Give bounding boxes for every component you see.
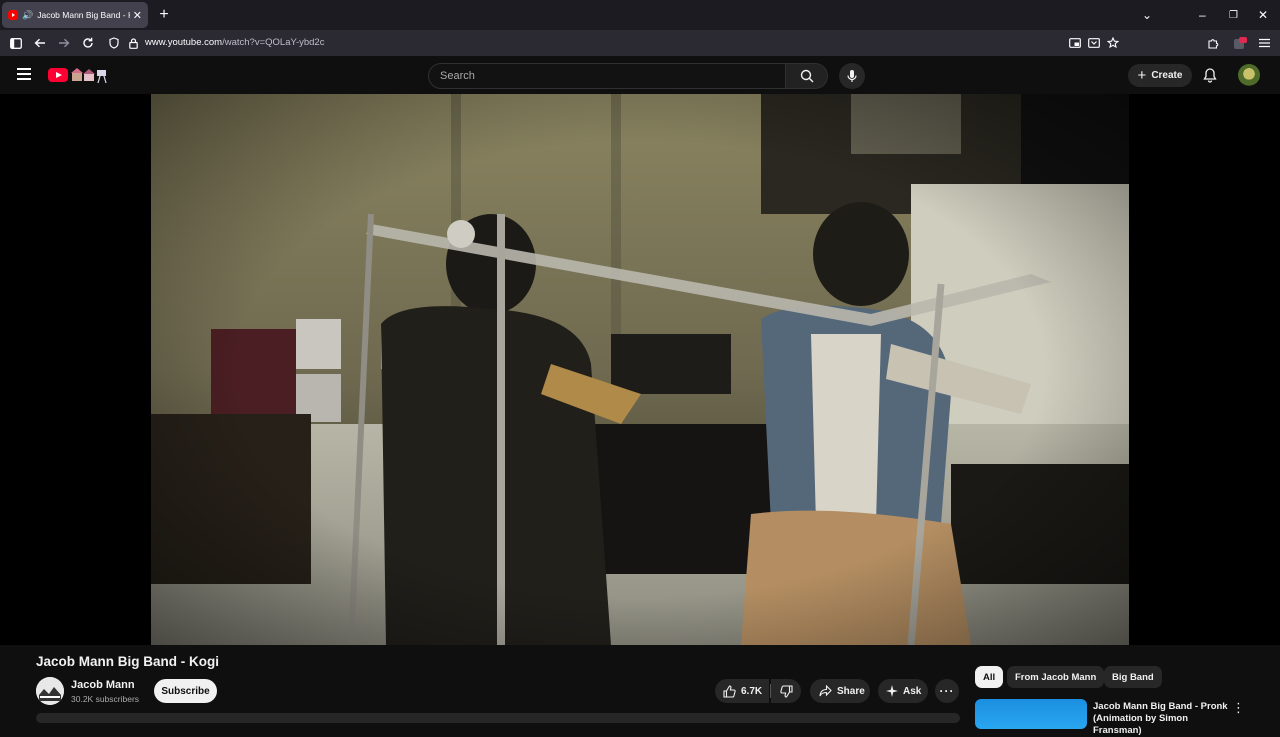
- restore-icon[interactable]: ❐: [1229, 0, 1238, 30]
- chip-from-jacob-mann[interactable]: From Jacob Mann: [1007, 666, 1105, 688]
- description-box[interactable]: [36, 713, 960, 723]
- browser-tab-bar: 🔊 Jacob Mann Big Band - Kogi ✕ + ⌄ – ❐ ✕: [0, 0, 1280, 30]
- channel-name[interactable]: Jacob Mann: [71, 679, 135, 691]
- recommendation-thumbnail[interactable]: [975, 699, 1087, 729]
- reload-icon[interactable]: [79, 30, 97, 56]
- account-avatar[interactable]: [1238, 64, 1260, 86]
- thumbs-down-icon: [779, 684, 793, 698]
- tab-list-chevron-down-icon[interactable]: ⌄: [1142, 0, 1152, 30]
- url-field[interactable]: www.youtube.com/watch?v=QOLaY-ybd2c: [145, 37, 324, 48]
- video-title: Jacob Mann Big Band - Kogi: [36, 654, 220, 669]
- window-close-icon[interactable]: ✕: [1258, 0, 1268, 30]
- like-button[interactable]: 6.7K: [715, 679, 769, 703]
- ask-label: Ask: [903, 685, 922, 697]
- plus-icon: +: [1137, 67, 1147, 84]
- browser-nav-bar: www.youtube.com/watch?v=QOLaY-ybd2c: [0, 30, 1280, 56]
- subscribe-button[interactable]: Subscribe: [154, 679, 217, 703]
- youtube-favicon-icon: [8, 10, 18, 20]
- recommendation-more-icon[interactable]: ⋮: [1232, 700, 1245, 716]
- video-player[interactable]: [0, 94, 1280, 645]
- extensions-puzzle-icon[interactable]: [1204, 30, 1222, 56]
- extension-badge-icon[interactable]: [1231, 30, 1249, 56]
- search-icon: [800, 69, 813, 83]
- guide-menu-icon[interactable]: [17, 68, 31, 80]
- subscriber-count: 30.2K subscribers: [71, 694, 140, 704]
- more-actions-button[interactable]: ···: [935, 679, 959, 703]
- picture-in-picture-icon[interactable]: [1066, 30, 1084, 56]
- video-frame[interactable]: [151, 94, 1129, 645]
- sidebar-toggle-icon[interactable]: [7, 30, 25, 56]
- recommendation-title[interactable]: Jacob Mann Big Band - Pronk (Animation b…: [1093, 701, 1229, 737]
- chip-all[interactable]: All: [975, 666, 1004, 688]
- chip-big-band[interactable]: Big Band: [1104, 666, 1162, 688]
- lock-icon[interactable]: [124, 30, 142, 56]
- minimize-icon[interactable]: –: [1199, 0, 1206, 30]
- new-tab-button[interactable]: +: [156, 6, 172, 24]
- youtube-doodle-logo-icon[interactable]: [70, 66, 112, 84]
- youtube-header: Search + Create: [0, 56, 1280, 94]
- app-menu-icon[interactable]: [1255, 30, 1273, 56]
- back-arrow-icon[interactable]: [31, 30, 49, 56]
- microphone-icon: [847, 70, 857, 82]
- shield-icon[interactable]: [105, 30, 123, 56]
- tab-close-icon[interactable]: ✕: [133, 9, 142, 22]
- youtube-logo-icon[interactable]: [48, 68, 68, 82]
- speaker-icon[interactable]: 🔊: [22, 10, 33, 21]
- ask-button[interactable]: Ask: [878, 679, 928, 703]
- tab-title: Jacob Mann Big Band - Kogi: [37, 10, 130, 20]
- thumbs-up-icon: [723, 684, 736, 698]
- url-path: /watch?v=QOLaY-ybd2c: [222, 37, 325, 48]
- save-to-pocket-icon[interactable]: [1085, 30, 1103, 56]
- like-count: 6.7K: [741, 685, 763, 697]
- create-button[interactable]: + Create: [1128, 64, 1192, 87]
- create-label: Create: [1151, 70, 1183, 81]
- dislike-button[interactable]: [771, 679, 801, 703]
- share-label: Share: [837, 685, 865, 697]
- browser-tab[interactable]: 🔊 Jacob Mann Big Band - Kogi ✕: [2, 2, 148, 28]
- bookmark-star-icon[interactable]: [1104, 30, 1122, 56]
- notifications-bell-icon[interactable]: [1202, 67, 1218, 83]
- voice-search-button[interactable]: [839, 63, 865, 89]
- url-host: www.youtube.com: [145, 37, 223, 48]
- share-button[interactable]: Share: [810, 679, 870, 703]
- sparkle-icon: [886, 685, 898, 697]
- search-input[interactable]: Search: [428, 63, 786, 89]
- search-button[interactable]: [786, 63, 828, 89]
- channel-avatar[interactable]: [36, 677, 64, 705]
- forward-arrow-icon[interactable]: [55, 30, 73, 56]
- share-arrow-icon: [819, 685, 832, 697]
